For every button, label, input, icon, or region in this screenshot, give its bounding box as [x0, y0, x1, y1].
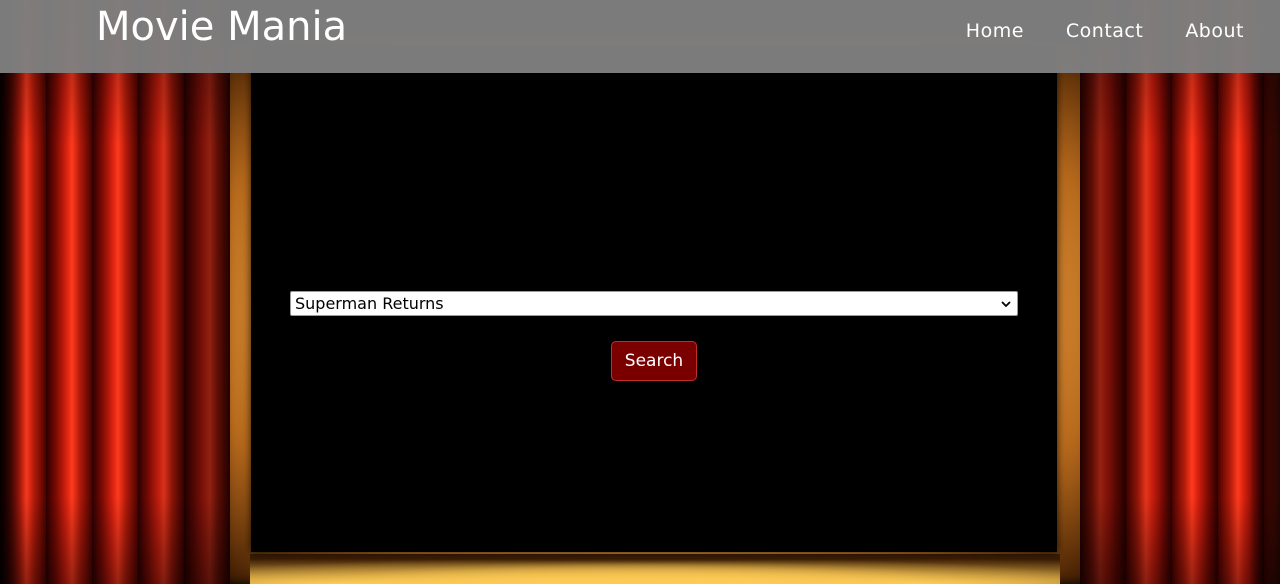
- nav-link-about[interactable]: About: [1185, 18, 1244, 44]
- movie-select-value: Superman Returns: [295, 294, 444, 313]
- right-curtain: [1080, 0, 1280, 584]
- brand-logo[interactable]: Movie Mania: [96, 2, 347, 52]
- chevron-down-icon: [1001, 301, 1011, 308]
- search-button[interactable]: Search: [611, 341, 697, 381]
- nav-links: Home Contact About: [966, 18, 1244, 44]
- floor-lights: [250, 554, 1060, 584]
- nav-link-contact[interactable]: Contact: [1066, 18, 1143, 44]
- left-curtain: [0, 0, 230, 584]
- theater-stage: Superman Returns Search Movie Mania Home…: [0, 0, 1280, 584]
- nav-link-home[interactable]: Home: [966, 18, 1024, 44]
- navbar: Movie Mania Home Contact About: [0, 0, 1280, 73]
- movie-select[interactable]: Superman Returns: [290, 291, 1018, 316]
